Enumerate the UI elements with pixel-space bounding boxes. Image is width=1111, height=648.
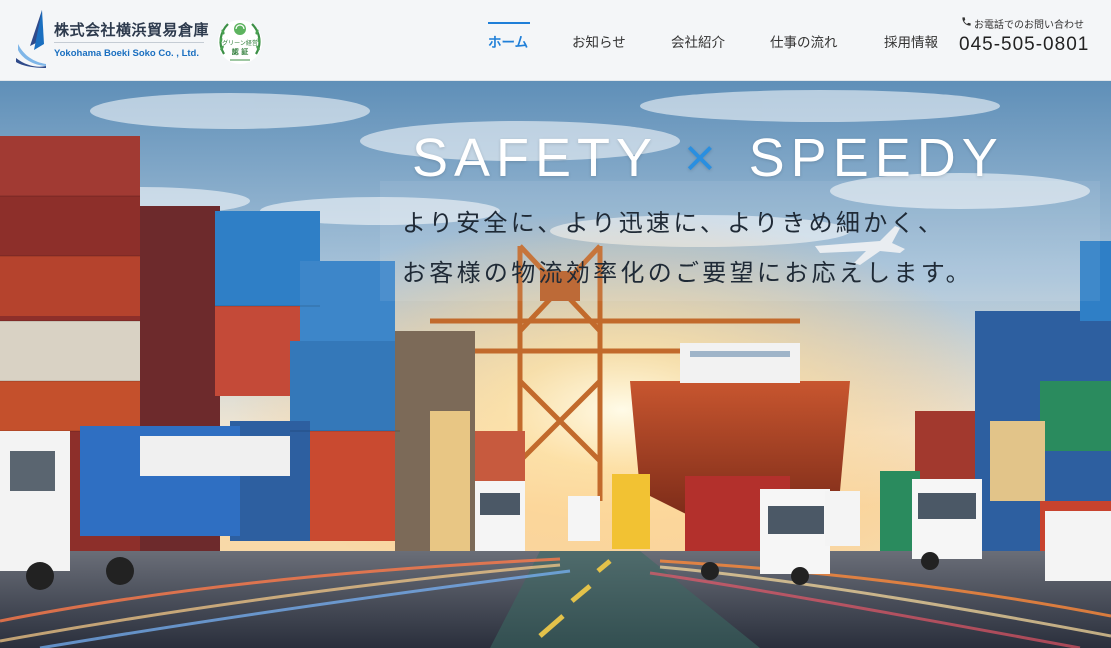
badge-top-text: グリーン経営 [222, 40, 258, 47]
phone-contact-label: お電話でのお問い合わせ [974, 20, 1084, 31]
hero-section: SAFETY × SPEEDY より安全に、より迅速に、よりきめ細かく、 お客様… [0, 81, 1111, 648]
nav-item-news[interactable]: お知らせ [572, 31, 626, 51]
nav-active-indicator [488, 22, 530, 24]
phone-number-link[interactable]: 045-505-0801 [959, 34, 1089, 56]
phone-icon [962, 17, 971, 26]
site-logo-link[interactable]: 株式会社横浜貿易倉庫 Yokohama Boeki Soko Co. , Ltd… [16, 8, 210, 70]
company-name: 株式会社横浜貿易倉庫 [54, 21, 210, 39]
hero-title-safety: SAFETY [412, 128, 658, 188]
site-header: 株式会社横浜貿易倉庫 Yokohama Boeki Soko Co. , Ltd… [0, 0, 1111, 81]
nav-item-home[interactable]: ホーム [488, 31, 528, 51]
nav-item-workflow[interactable]: 仕事の流れ [770, 31, 838, 51]
green-certification-badge: グリーン経営 認 証 [215, 18, 265, 66]
hero-title-cross: × [684, 128, 722, 188]
company-name-divider [54, 42, 204, 43]
nav-item-recruit[interactable]: 採用情報 [884, 31, 938, 51]
hero-title-speedy: SPEEDY [748, 128, 1004, 188]
badge-bottom-text: 認 証 [231, 48, 249, 56]
hero-title: SAFETY × SPEEDY [412, 127, 1004, 189]
company-logo-icon [16, 10, 46, 68]
company-name-en: Yokohama Boeki Soko Co. , Ltd. [54, 48, 199, 59]
hero-tagline-line-2: お客様の物流効率化のご要望にお応えします。 [402, 259, 973, 287]
nav-item-company[interactable]: 会社紹介 [671, 31, 725, 51]
hero-tagline-line-1: より安全に、より迅速に、よりきめ細かく、 [402, 209, 946, 237]
